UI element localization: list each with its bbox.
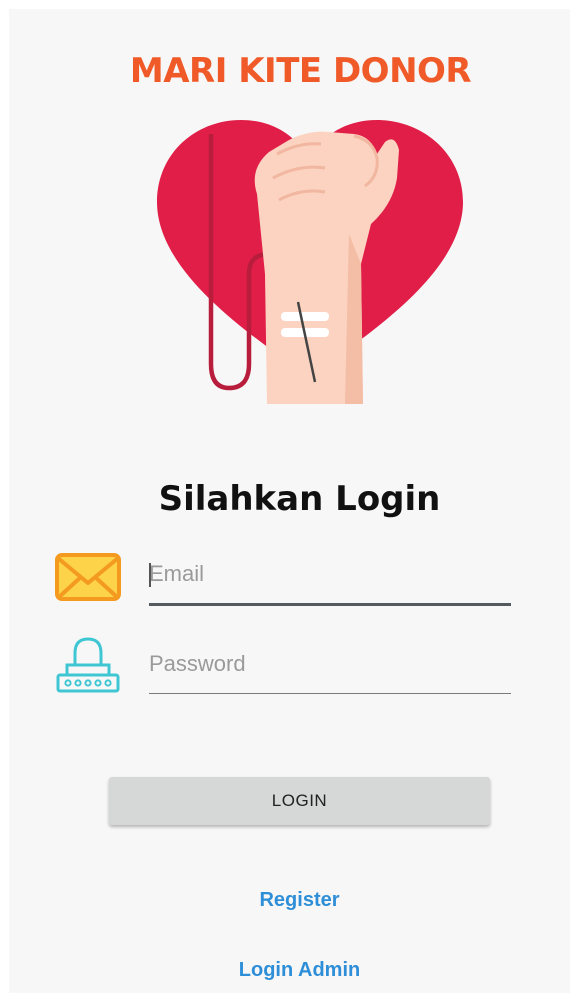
tape-strip-1 [281, 312, 329, 321]
lock-icon [56, 637, 120, 693]
envelope-icon [55, 553, 121, 601]
email-input[interactable] [149, 551, 511, 597]
login-button[interactable]: LOGIN [109, 777, 490, 825]
app-title: MARI KITE DONOR [129, 51, 472, 91]
login-admin-link[interactable]: Login Admin [9, 959, 579, 982]
blood-donation-illustration [157, 120, 463, 404]
login-screen: MARI KITE DONOR Silahkan Login Email LOG… [9, 9, 570, 993]
login-heading: Silahkan Login [158, 479, 441, 519]
password-input[interactable] [149, 641, 511, 687]
text-cursor [149, 563, 151, 587]
password-field[interactable] [149, 641, 511, 694]
email-field[interactable] [149, 551, 511, 606]
register-link[interactable]: Register [9, 889, 579, 912]
